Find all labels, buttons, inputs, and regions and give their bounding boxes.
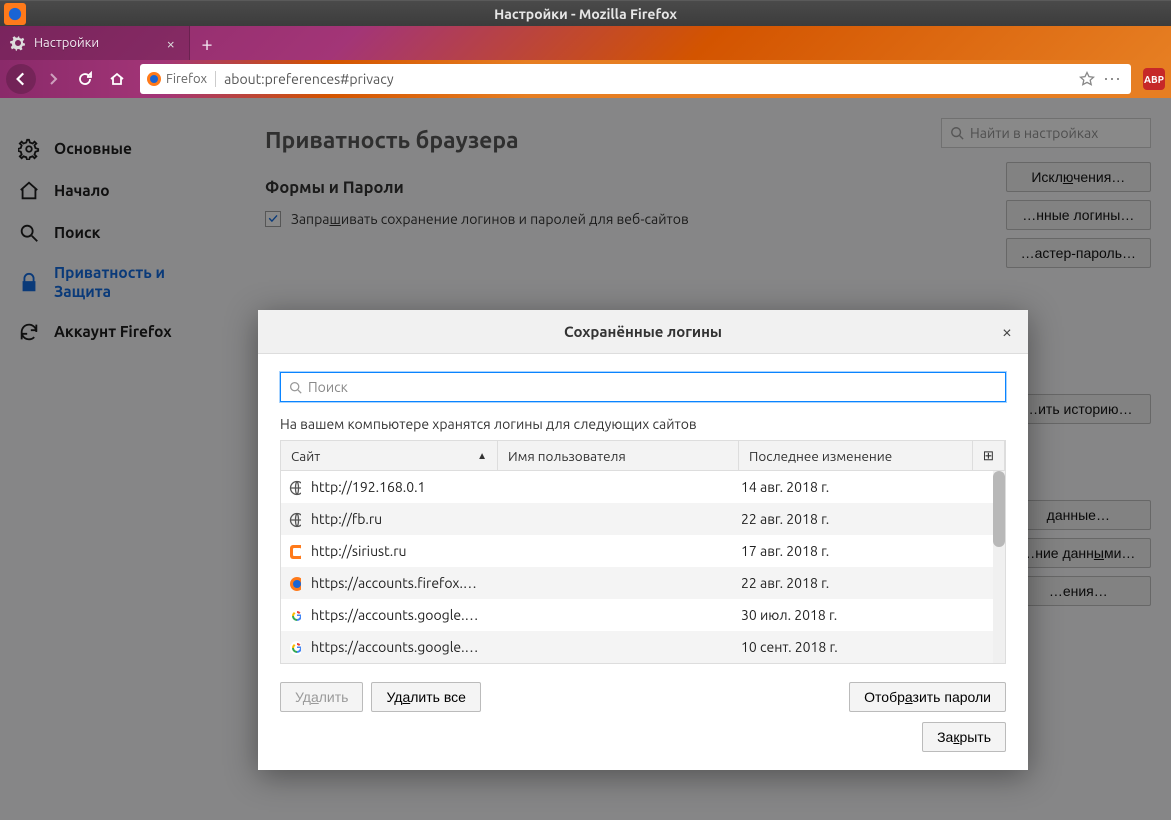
firefox-identity-icon: [146, 71, 162, 87]
table-body: http://192.168.0.114 авг. 2018 г.http://…: [281, 471, 1005, 663]
home-button[interactable]: [102, 64, 132, 94]
delete-all-button[interactable]: Удалить все: [371, 682, 480, 712]
cell-date: 10 сент. 2018 г.: [731, 639, 1005, 655]
dialog-title: Сохранённые логины: [564, 323, 722, 340]
favicon: [281, 478, 301, 495]
bookmark-star-icon[interactable]: [1079, 71, 1095, 87]
cell-date: 14 авг. 2018 г.: [731, 479, 1005, 495]
show-passwords-button[interactable]: Отобразить пароли: [849, 682, 1006, 712]
favicon: [281, 638, 301, 655]
dialog-hint: На вашем компьютере хранятся логины для …: [280, 416, 1006, 432]
search-icon: [289, 381, 302, 394]
column-site[interactable]: Сайт▲: [281, 441, 498, 470]
scrollbar[interactable]: [993, 471, 1005, 663]
favicon: [281, 574, 301, 591]
table-header: Сайт▲ Имя пользователя Последнее изменен…: [281, 441, 1005, 471]
navigation-toolbar: Firefox about:preferences#privacy ⋯ ABP: [0, 60, 1171, 98]
column-last-changed[interactable]: Последнее изменение: [739, 441, 973, 470]
url-bar[interactable]: Firefox about:preferences#privacy ⋯: [140, 64, 1131, 94]
close-button[interactable]: Закрыть: [922, 722, 1006, 752]
logins-search-input[interactable]: Поиск: [280, 372, 1006, 402]
cell-site: http://siriust.ru: [301, 543, 490, 559]
cell-site: https://accounts.google.c…: [301, 639, 490, 655]
tab-settings[interactable]: Настройки ×: [0, 26, 190, 60]
close-tab-icon[interactable]: ×: [163, 35, 179, 52]
dialog-header: Сохранённые логины ×: [258, 310, 1028, 354]
window-title: Настройки - Mozilla Firefox: [494, 6, 677, 22]
delete-button[interactable]: Удалить: [280, 682, 363, 712]
back-button[interactable]: [6, 64, 36, 94]
sort-asc-icon: ▲: [477, 450, 487, 462]
table-row[interactable]: http://fb.ru 22 авг. 2018 г.: [281, 503, 1005, 535]
cell-date: 17 авг. 2018 г.: [731, 543, 1005, 559]
table-row[interactable]: https://accounts.google.c… 10 сент. 2018 …: [281, 631, 1005, 663]
tab-strip: Настройки × +: [0, 26, 1171, 60]
cell-site: https://accounts.google.c…: [301, 607, 490, 623]
forward-button[interactable]: [38, 64, 68, 94]
url-text: about:preferences#privacy: [224, 71, 1075, 87]
close-icon[interactable]: ×: [996, 320, 1018, 344]
favicon: [281, 510, 301, 527]
table-row[interactable]: https://accounts.google.c… 30 июл. 2018 г…: [281, 599, 1005, 631]
table-row[interactable]: http://192.168.0.1 14 авг. 2018 г.: [281, 471, 1005, 503]
cell-date: 22 авг. 2018 г.: [731, 575, 1005, 591]
table-row[interactable]: https://accounts.firefox.c… 22 авг. 2018 …: [281, 567, 1005, 599]
gear-icon: [10, 35, 26, 51]
reload-button[interactable]: [70, 64, 100, 94]
cell-date: 22 авг. 2018 г.: [731, 511, 1005, 527]
favicon: [281, 542, 301, 559]
logins-table: Сайт▲ Имя пользователя Последнее изменен…: [280, 440, 1006, 664]
new-tab-button[interactable]: +: [190, 26, 224, 60]
cell-site: https://accounts.firefox.c…: [301, 575, 490, 591]
column-picker-icon[interactable]: ⊞: [973, 441, 1005, 470]
identity-label: Firefox: [166, 72, 207, 86]
firefox-app-icon: [4, 3, 26, 25]
saved-logins-dialog: Сохранённые логины × Поиск На вашем комп…: [258, 310, 1028, 770]
tab-title: Настройки: [34, 36, 163, 50]
identity-box[interactable]: Firefox: [146, 71, 216, 87]
cell-date: 30 июл. 2018 г.: [731, 607, 1005, 623]
favicon: [281, 606, 301, 623]
cell-site: http://fb.ru: [301, 511, 490, 527]
window-titlebar: Настройки - Mozilla Firefox: [0, 0, 1171, 26]
table-row[interactable]: http://siriust.ru 17 авг. 2018 г.: [281, 535, 1005, 567]
page-action-icon[interactable]: ⋯: [1099, 69, 1125, 90]
scrollbar-thumb[interactable]: [993, 471, 1005, 547]
adblock-plus-icon[interactable]: ABP: [1143, 68, 1165, 90]
cell-site: http://192.168.0.1: [301, 479, 490, 495]
column-username[interactable]: Имя пользователя: [498, 441, 739, 470]
search-placeholder: Поиск: [308, 379, 348, 395]
